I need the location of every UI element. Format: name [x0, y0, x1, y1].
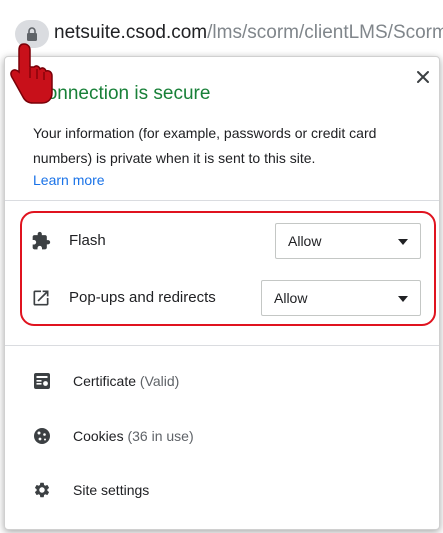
connection-info-text: Your information (for example, passwords… — [33, 125, 377, 166]
certificate-label: Certificate (Valid) — [73, 373, 179, 389]
cookies-item[interactable]: Cookies (36 in use) — [5, 415, 439, 459]
url-host: netsuite.csod.com — [54, 22, 208, 43]
divider — [5, 200, 439, 201]
cookie-icon — [34, 428, 50, 444]
connection-status-title: Connection is secure — [33, 83, 211, 104]
site-info-popup: Connection is secure Your information (f… — [4, 56, 440, 530]
lock-icon — [27, 27, 37, 41]
divider — [5, 345, 439, 346]
certificate-text: Certificate — [73, 373, 137, 389]
cookies-text: Cookies — [73, 428, 124, 444]
address-bar: netsuite.csod.com/lms/scorm/clientLMS/Sc… — [0, 0, 443, 58]
highlight-annotation — [20, 211, 436, 326]
certificate-icon — [34, 373, 50, 389]
close-button[interactable] — [413, 67, 433, 87]
url-path: /lms/scorm/clientLMS/Scorm — [207, 22, 443, 43]
learn-more-link[interactable]: Learn more — [33, 172, 105, 188]
cookies-label: Cookies (36 in use) — [73, 428, 194, 444]
pointing-hand-icon — [10, 43, 53, 104]
close-icon — [417, 71, 429, 83]
url-text[interactable]: netsuite.csod.com/lms/scorm/clientLMS/Sc… — [54, 22, 443, 44]
site-settings-label: Site settings — [73, 482, 150, 498]
gear-icon — [34, 482, 50, 498]
certificate-status: (Valid) — [139, 373, 180, 389]
certificate-item[interactable]: Certificate (Valid) — [5, 360, 439, 404]
site-settings-item[interactable]: Site settings — [5, 469, 439, 513]
cookies-count: (36 in use) — [127, 428, 194, 444]
